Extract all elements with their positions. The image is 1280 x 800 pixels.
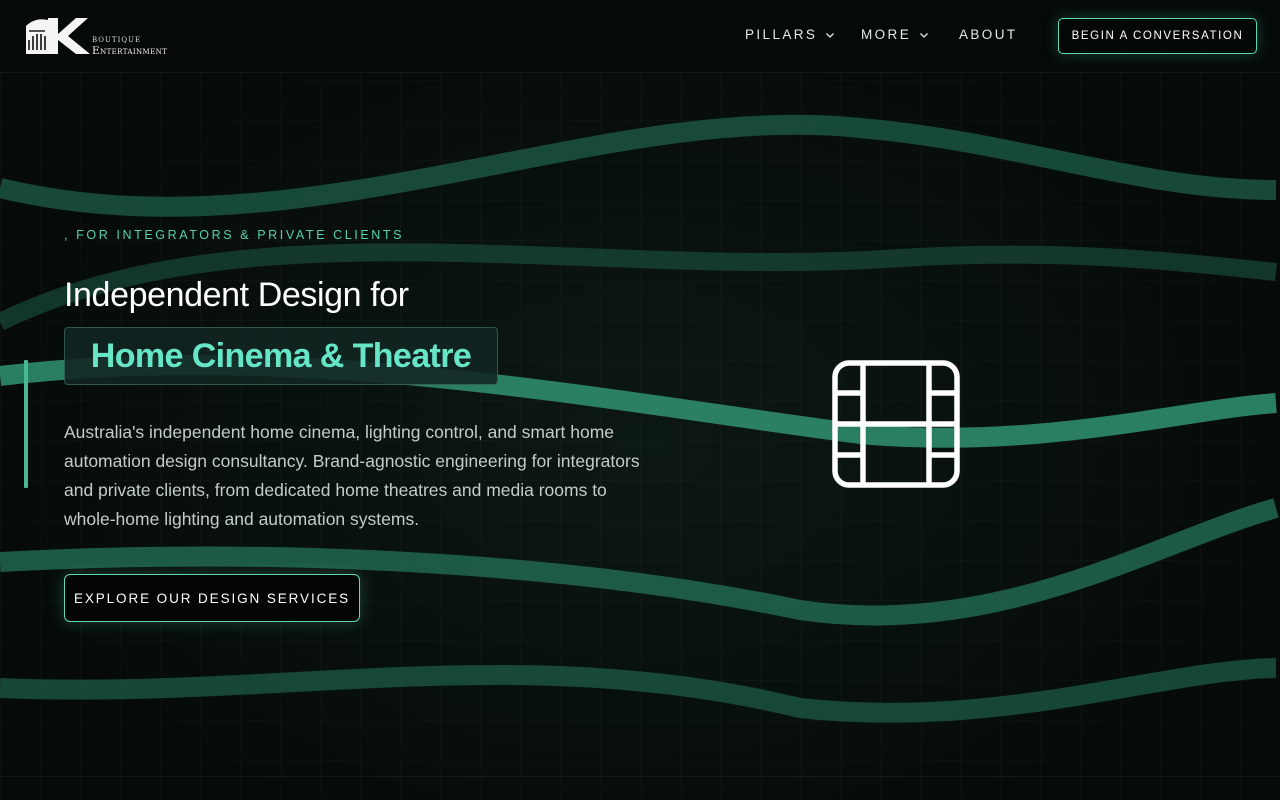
nav-item-label: MORE: [861, 27, 912, 42]
nav-item-more[interactable]: MORE: [861, 27, 929, 42]
brand-logo[interactable]: BOUTIQUE Entertainment: [24, 14, 184, 60]
top-nav: BOUTIQUE Entertainment PILLARS MORE ABOU…: [0, 0, 1280, 73]
nav-item-label: PILLARS: [745, 27, 818, 42]
film-icon: [832, 360, 960, 488]
begin-conversation-button[interactable]: BEGIN A CONVERSATION: [1058, 18, 1257, 54]
section-divider: [0, 776, 1280, 777]
hero-highlight-text: Home Cinema & Theatre: [90, 336, 472, 375]
brand-wordmark: Entertainment: [92, 45, 168, 57]
nav-item-about[interactable]: ABOUT: [959, 27, 1018, 42]
explore-design-services-button[interactable]: EXPLORE OUR DESIGN SERVICES: [64, 574, 360, 622]
chevron-down-icon: [826, 32, 835, 38]
background-waves: [0, 114, 1279, 723]
brand-small-text: BOUTIQUE: [92, 36, 142, 44]
hero-highlight-box: Home Cinema & Theatre: [64, 327, 498, 385]
hero-headline: Independent Design for: [64, 276, 409, 314]
hero-description: Australia's independent home cinema, lig…: [64, 422, 640, 529]
brand-logo-mark-icon: [26, 18, 90, 54]
chevron-down-icon: [920, 32, 929, 38]
nav-item-pillars[interactable]: PILLARS: [745, 27, 835, 42]
nav-item-label: ABOUT: [959, 27, 1018, 42]
hero-eyebrow: , FOR INTEGRATORS & PRIVATE CLIENTS: [64, 228, 405, 242]
accent-bar: [24, 360, 28, 488]
page: BOUTIQUE Entertainment PILLARS MORE ABOU…: [0, 0, 1280, 800]
